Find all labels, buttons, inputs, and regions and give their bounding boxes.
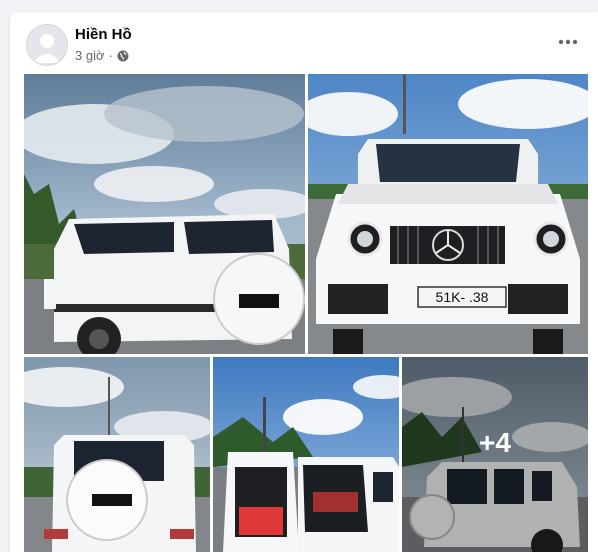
photo-2-image: 51K- .38	[308, 74, 588, 354]
photo-5[interactable]: +4	[402, 357, 588, 552]
user-silhouette-icon	[27, 25, 67, 65]
more-photos-count: +4	[479, 426, 511, 458]
post-card: Hiền Hồ 3 giờ · 51K- .38 +4	[10, 12, 598, 552]
more-photos-overlay[interactable]: +4	[402, 357, 588, 552]
photo-4[interactable]	[213, 357, 399, 552]
photo-3[interactable]	[24, 357, 210, 552]
photo-3-image	[24, 357, 210, 552]
more-options-button[interactable]	[556, 34, 580, 50]
globe-icon[interactable]	[117, 50, 129, 62]
post-timestamp[interactable]: 3 giờ	[75, 48, 105, 63]
license-plate: 51K- .38	[436, 289, 489, 305]
photo-4-image	[213, 357, 399, 552]
photo-1-image	[24, 74, 305, 354]
post-author-name[interactable]: Hiền Hồ	[75, 26, 132, 43]
post-meta: 3 giờ ·	[75, 48, 129, 63]
photo-2[interactable]: 51K- .38	[308, 74, 588, 354]
avatar[interactable]	[26, 24, 68, 66]
more-horizontal-icon	[558, 39, 578, 45]
photo-1[interactable]	[24, 74, 305, 354]
